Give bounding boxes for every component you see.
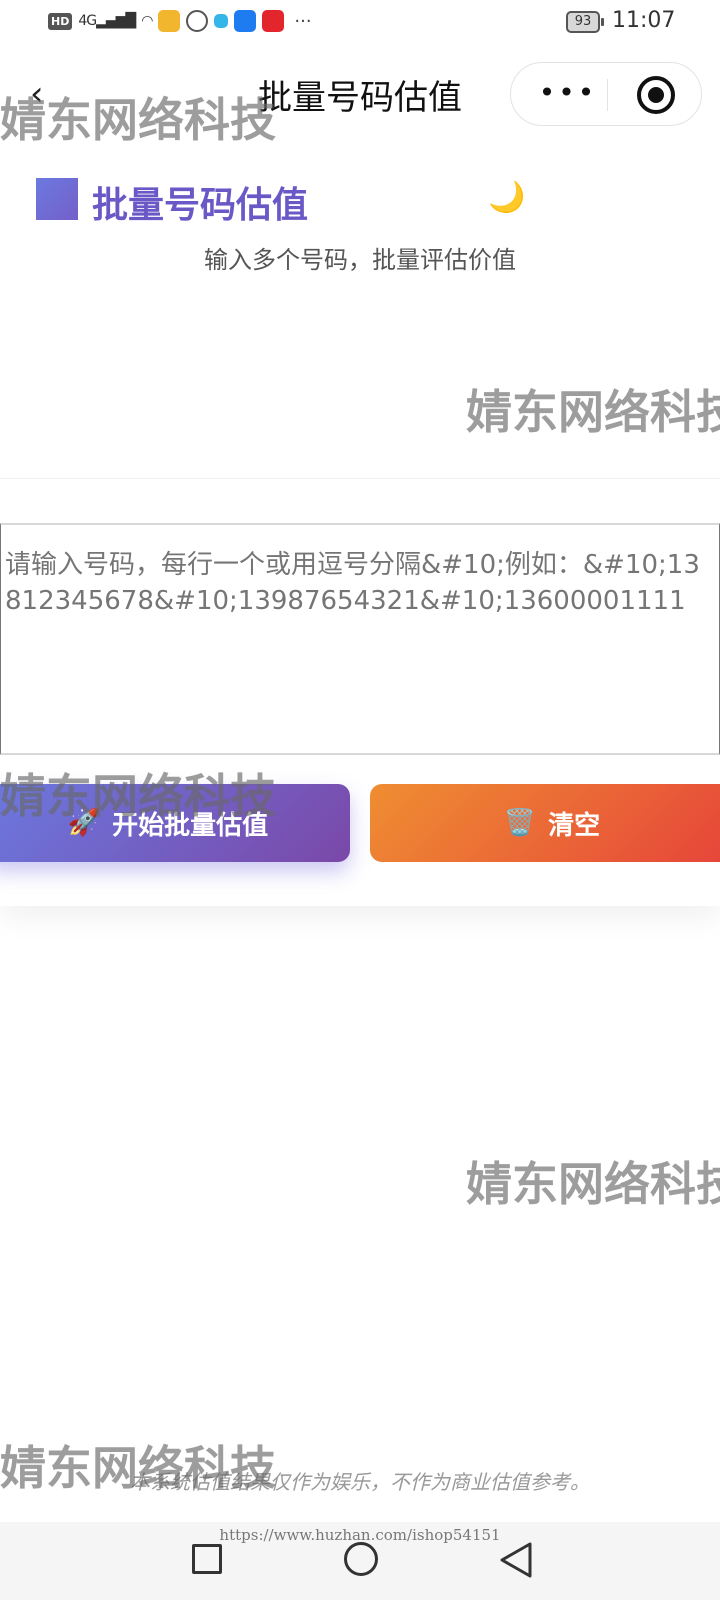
start-batch-valuation-button[interactable]: 🚀 开始批量估值: [0, 784, 350, 862]
signal-icon: 4G▂▄▆█: [78, 13, 136, 29]
clear-button-label: 清空: [548, 810, 601, 841]
more-notifications-icon: ···: [294, 10, 312, 32]
status-icons: HD 4G▂▄▆█ ◠ ···: [48, 10, 312, 32]
status-bar: HD 4G▂▄▆█ ◠ ··· 93 11:07: [0, 0, 720, 46]
source-url: https://www.huzhan.com/ishop54151: [219, 1526, 501, 1544]
title-square-icon: [36, 178, 78, 220]
numbers-input[interactable]: [0, 523, 720, 755]
capsule-divider: [607, 79, 608, 111]
more-icon[interactable]: •••: [533, 75, 603, 115]
wechat-icon: [186, 10, 209, 32]
app-icon: [214, 14, 229, 28]
watermark: 婧东网络科技: [466, 1157, 720, 1211]
battery-icon: 93: [566, 11, 604, 33]
back-icon[interactable]: ‹: [30, 74, 64, 114]
home-icon[interactable]: [344, 1542, 378, 1576]
page-title: 批量号码估值: [92, 185, 309, 226]
wifi-icon: ◠: [141, 13, 153, 29]
page-subtitle: 输入多个号码，批量评估价值: [204, 246, 516, 274]
moon-icon[interactable]: 🌙: [488, 180, 525, 215]
weibo-icon: [158, 10, 181, 32]
close-mini-program-icon[interactable]: [637, 76, 675, 114]
watermark: 婧东网络科技: [466, 385, 720, 439]
nav-bar: 批量号码估值 ‹ •••: [0, 56, 720, 132]
recent-apps-icon[interactable]: [192, 1544, 222, 1574]
clock: 11:07: [612, 8, 676, 33]
system-back-icon[interactable]: [498, 1540, 534, 1580]
disclaimer: 本系统估值结果仅作为娱乐，不作为商业估值参考。: [130, 1470, 590, 1494]
clear-button[interactable]: 🗑️ 清空: [370, 784, 720, 862]
red-app-icon: [262, 10, 285, 32]
rocket-icon: 🚀: [67, 808, 101, 838]
cloud-app-icon: [234, 10, 257, 32]
hd-icon: HD: [48, 12, 73, 30]
mini-program-capsule: •••: [510, 62, 702, 126]
trash-icon: 🗑️: [503, 808, 537, 838]
start-button-label: 开始批量估值: [112, 810, 269, 841]
